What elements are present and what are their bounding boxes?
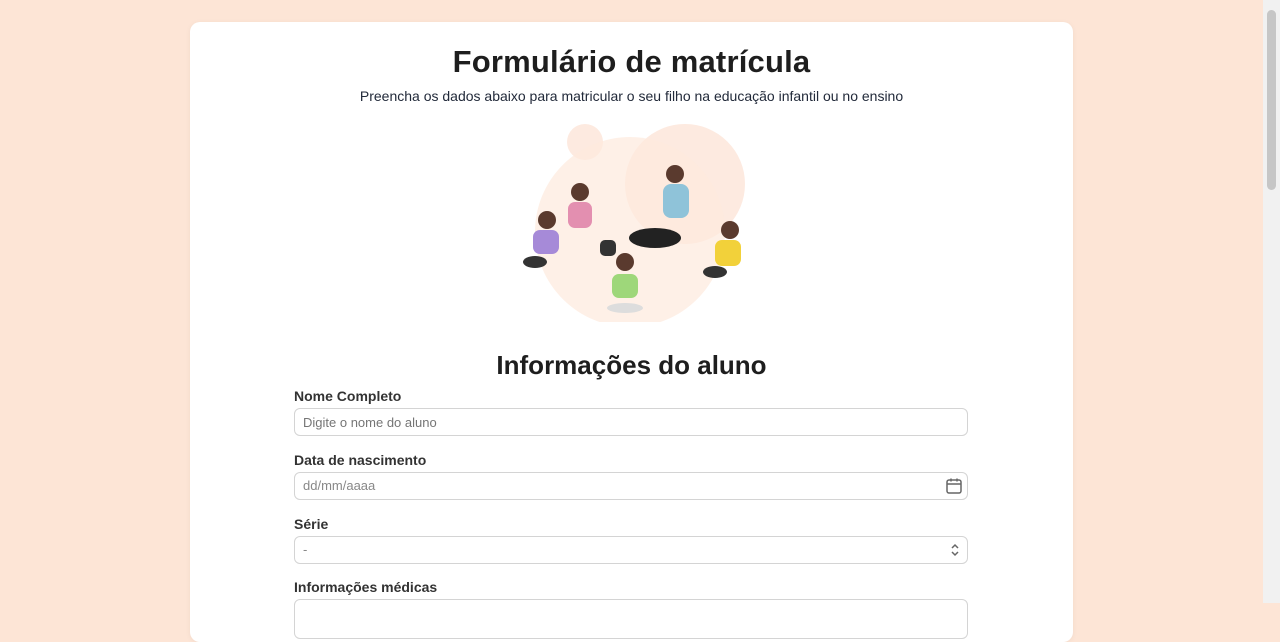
- chevron-updown-icon: [951, 543, 959, 557]
- page-title: Formulário de matrícula: [452, 44, 811, 79]
- medical-info-textarea[interactable]: [294, 599, 968, 639]
- birthdate-label: Data de nascimento: [294, 452, 427, 468]
- section-title-student-info: Informações do aluno: [496, 350, 767, 380]
- grade-label: Série: [294, 516, 329, 532]
- scrollbar-thumb[interactable]: [1267, 10, 1276, 190]
- vertical-scrollbar[interactable]: [1263, 0, 1280, 603]
- page-subtitle: Preencha os dados abaixo para matricular…: [359, 88, 904, 104]
- birthdate-placeholder: dd/mm/aaaa: [303, 478, 376, 493]
- medical-info-label: Informações médicas: [294, 579, 438, 595]
- birthdate-input[interactable]: dd/mm/aaaa: [294, 472, 968, 500]
- full-name-label: Nome Completo: [294, 388, 402, 404]
- enrollment-form-card: Formulário de matrícula Preencha os dado…: [190, 22, 1073, 642]
- full-name-input[interactable]: [294, 408, 968, 436]
- grade-select[interactable]: -: [294, 536, 968, 564]
- grade-select-value: -: [303, 542, 308, 557]
- calendar-icon[interactable]: [945, 477, 963, 495]
- children-with-teacher-illustration: [523, 124, 745, 322]
